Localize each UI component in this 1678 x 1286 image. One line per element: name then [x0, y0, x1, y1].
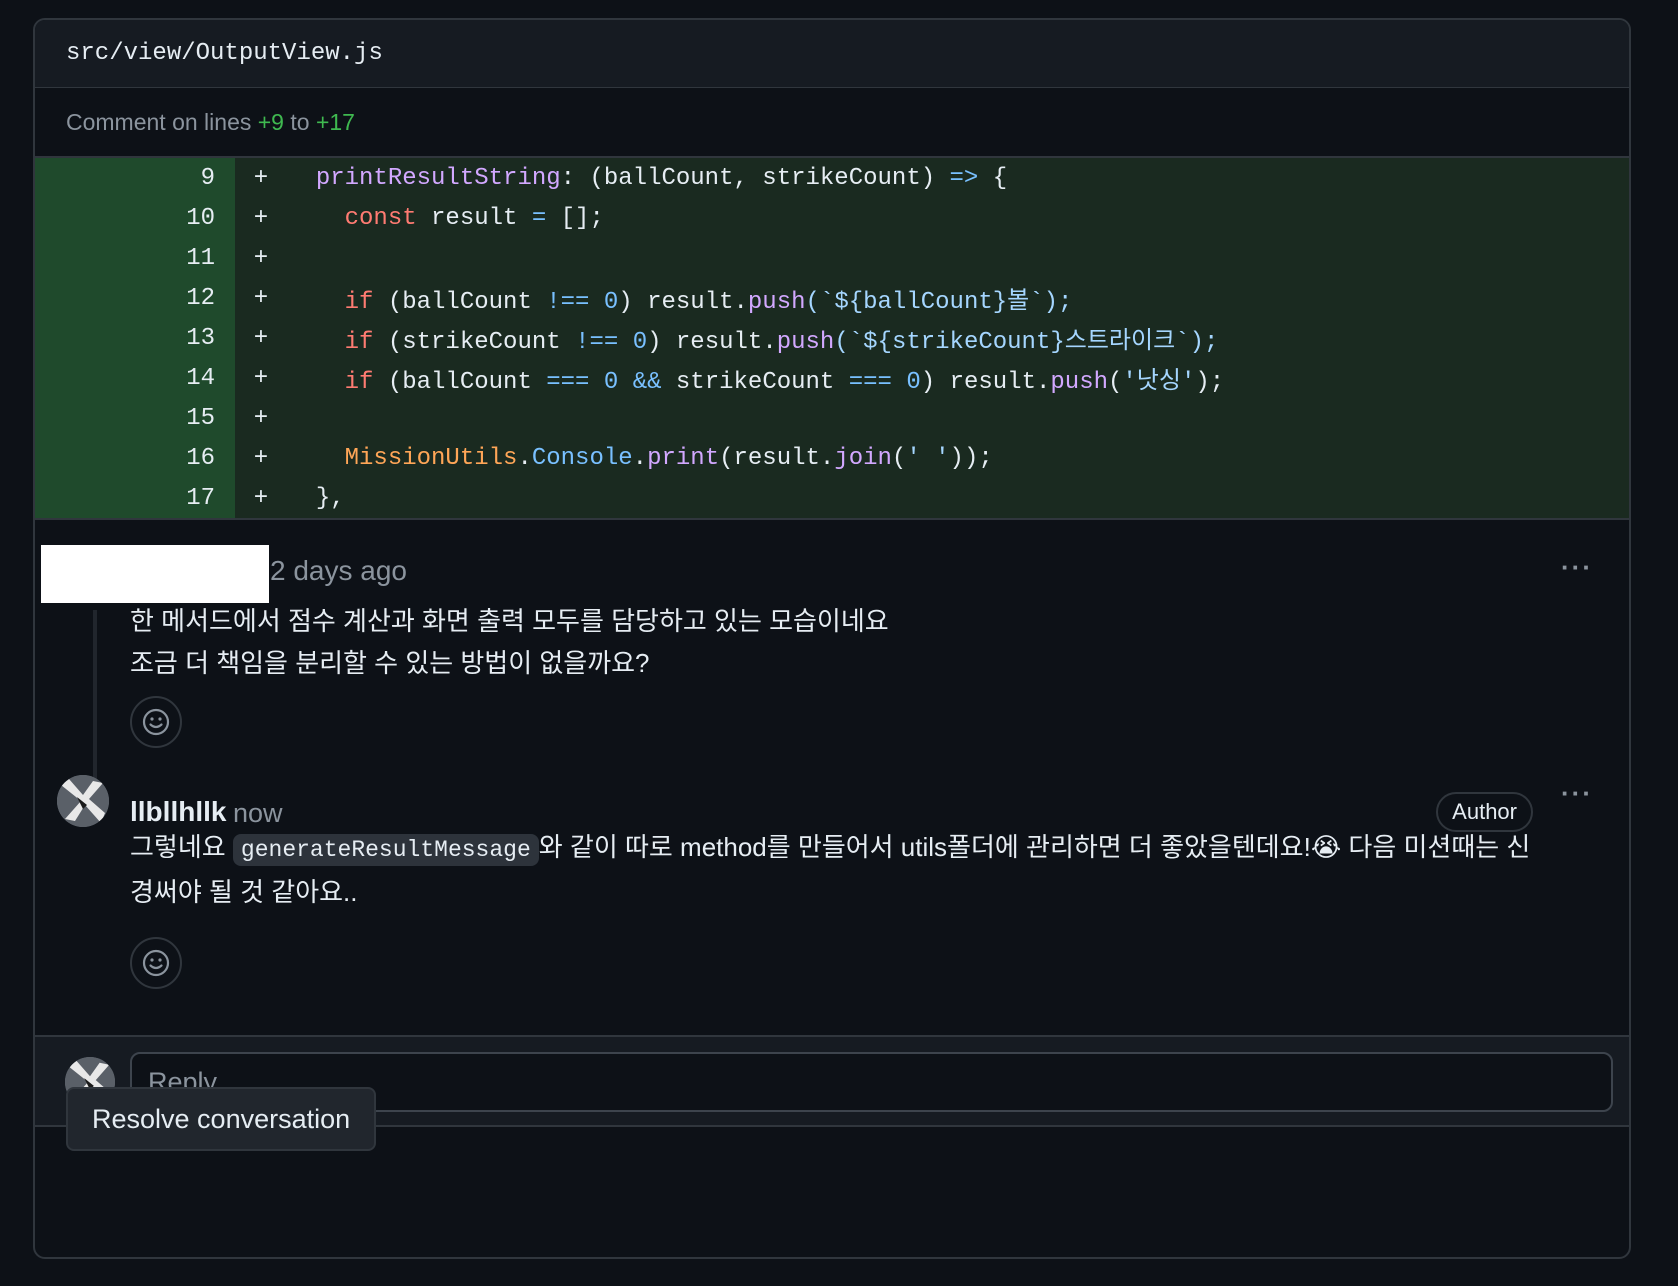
line-number: 10 [35, 198, 235, 238]
comment-menu-icon[interactable]: ··· [1561, 552, 1593, 583]
diff-sign: + [253, 204, 269, 232]
diff-line: 13 + if (strikeCount !== 0) result.push(… [35, 318, 1629, 358]
line-number: 14 [35, 358, 235, 398]
smiley-icon [142, 708, 170, 736]
file-path[interactable]: src/view/OutputView.js [66, 40, 383, 67]
diff-line: 11 + [35, 238, 1629, 278]
diff-sign: + [253, 484, 269, 512]
range-joiner: to [290, 108, 310, 135]
diff-line: 14 + if (ballCount === 0 && strikeCount … [35, 358, 1629, 398]
line-number: 17 [35, 478, 235, 518]
diff-line: 15 + [35, 398, 1629, 438]
comment-timestamp[interactable]: now [233, 798, 283, 829]
redacted-author [41, 545, 269, 603]
line-number: 13 [35, 318, 235, 358]
comment-range: Comment on lines +9 to +17 [35, 88, 1629, 158]
diff-line: 12 + if (ballCount !== 0) result.push(`$… [35, 278, 1629, 318]
add-reaction-button[interactable] [130, 696, 182, 748]
add-reaction-button[interactable] [130, 937, 182, 989]
comments-section: 2 days ago ··· 한 메서드에서 점수 계산과 화면 출력 모두를 … [35, 520, 1629, 1035]
resolve-conversation-button[interactable]: Resolve conversation [66, 1087, 377, 1151]
comment-body-line: 그렇네요 generateResultMessage 와 같이 따로 method… [130, 826, 1530, 871]
code-text: if (ballCount !== 0) result.push(`${ball… [344, 289, 1073, 316]
diff-block: 9 + printResultString: (ballCount, strik… [35, 158, 1629, 520]
comment-range-prefix: Comment on lines [66, 108, 252, 135]
line-number: 11 [35, 238, 235, 278]
diff-line: 9 + printResultString: (ballCount, strik… [35, 158, 1629, 198]
smiley-icon [142, 949, 170, 977]
code-text: const result = []; [344, 204, 604, 232]
inline-code: generateResultMessage [232, 834, 539, 866]
diff-sign: + [253, 444, 269, 472]
comment-body-line: 한 메서드에서 점수 계산과 화면 출력 모두를 담당하고 있는 모습이네요 [130, 606, 889, 636]
diff-line: 10 + const result = []; [35, 198, 1629, 238]
diff-sign: + [253, 164, 269, 192]
comment-author[interactable]: llbllhllk [130, 796, 226, 828]
comment-timestamp[interactable]: 2 days ago [270, 555, 407, 587]
code-text: if (ballCount === 0 && strikeCount === 0… [344, 369, 1225, 396]
diff-sign: + [253, 324, 269, 352]
diff-sign: + [253, 284, 269, 312]
comment-body: 그렇네요 generateResultMessage 와 같이 따로 method… [130, 826, 1530, 913]
code-text: }, [315, 484, 345, 512]
comment-menu-icon[interactable]: ··· [1561, 778, 1593, 809]
review-thread: src/view/OutputView.js Comment on lines … [33, 18, 1631, 1259]
range-start: +9 [257, 108, 284, 135]
diff-line: 16 + MissionUtils.Console.print(result.j… [35, 438, 1629, 478]
comment-body: 한 메서드에서 점수 계산과 화면 출력 모두를 담당하고 있는 모습이네요 조… [130, 600, 889, 684]
avatar[interactable] [57, 775, 109, 827]
diff-sign: + [253, 364, 269, 392]
diff-sign: + [253, 244, 269, 272]
avatar-image [57, 775, 109, 827]
code-text: if (strikeCount !== 0) result.push(`${st… [344, 329, 1219, 356]
code-text: printResultString: (ballCount, strikeCou… [315, 164, 1008, 192]
line-number: 15 [35, 398, 235, 438]
comment-body-line: 조금 더 책임을 분리할 수 있는 방법이 없을까요? [130, 648, 650, 678]
line-number: 12 [35, 278, 235, 318]
range-end: +17 [315, 108, 355, 135]
diff-sign: + [253, 404, 269, 432]
file-header: src/view/OutputView.js [35, 20, 1629, 88]
comment-body-line: 경써야 될 것 같아요.. [130, 877, 358, 907]
code-text: MissionUtils.Console.print(result.join('… [344, 444, 993, 472]
line-number: 9 [35, 158, 235, 198]
line-number: 16 [35, 438, 235, 478]
diff-line: 17 + }, [35, 478, 1629, 518]
